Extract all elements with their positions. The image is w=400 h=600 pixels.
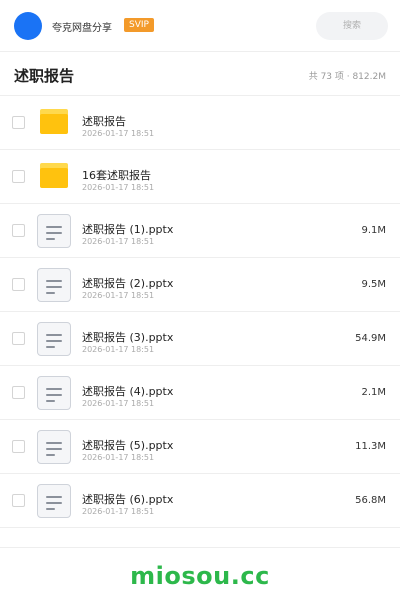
file-size: 2.1M <box>361 387 386 398</box>
folder-summary: 共 73 项 · 812.2M <box>308 72 386 82</box>
file-row[interactable]: 述职报告 (1).pptx 2026-01-17 18:51 9.1M <box>0 204 400 258</box>
document-icon <box>37 376 71 410</box>
watermark-logo: miosou.cc <box>130 562 270 590</box>
file-size: 11.3M <box>355 441 386 452</box>
file-date: 2026-01-17 18:51 <box>82 507 155 516</box>
file-size: 56.8M <box>355 495 386 506</box>
row-checkbox[interactable] <box>12 386 25 399</box>
file-name: 述职报告 (3).pptx <box>82 331 174 344</box>
file-date: 2026-01-17 18:51 <box>82 129 155 138</box>
file-row[interactable]: 述职报告 (6).pptx 2026-01-17 18:51 56.8M <box>0 474 400 528</box>
document-icon <box>37 268 71 302</box>
file-row[interactable]: 述职报告 (3).pptx 2026-01-17 18:51 54.9M <box>0 312 400 366</box>
footer-divider <box>0 547 400 548</box>
file-date: 2026-01-17 18:51 <box>82 345 155 354</box>
row-checkbox[interactable] <box>12 440 25 453</box>
document-icon <box>37 484 71 518</box>
row-checkbox[interactable] <box>12 494 25 507</box>
file-date: 2026-01-17 18:51 <box>82 399 155 408</box>
row-checkbox[interactable] <box>12 332 25 345</box>
file-row[interactable]: 16套述职报告 2026-01-17 18:51 <box>0 150 400 204</box>
file-row[interactable]: 述职报告 (2).pptx 2026-01-17 18:51 9.5M <box>0 258 400 312</box>
file-date: 2026-01-17 18:51 <box>82 291 155 300</box>
file-size: 9.5M <box>361 279 386 290</box>
file-name: 16套述职报告 <box>82 169 151 182</box>
avatar[interactable] <box>14 12 42 40</box>
file-size: 54.9M <box>355 333 386 344</box>
header: 夸克网盘分享 SVIP 搜索 <box>0 0 400 52</box>
file-name: 述职报告 (2).pptx <box>82 277 174 290</box>
folder-title: 述职报告 <box>14 67 75 85</box>
file-name: 述职报告 (1).pptx <box>82 223 174 236</box>
app-title: 夸克网盘分享 <box>52 23 112 34</box>
file-size: 9.1M <box>361 225 386 236</box>
document-icon <box>37 430 71 464</box>
file-name: 述职报告 (4).pptx <box>82 385 174 398</box>
row-checkbox[interactable] <box>12 224 25 237</box>
file-row[interactable]: 述职报告 2026-01-17 18:51 <box>0 96 400 150</box>
row-checkbox[interactable] <box>12 170 25 183</box>
file-list: 述职报告 2026-01-17 18:51 16套述职报告 2026-01-17… <box>0 96 400 528</box>
file-name: 述职报告 (5).pptx <box>82 439 174 452</box>
folder-icon <box>40 109 68 137</box>
file-row[interactable]: 述职报告 (4).pptx 2026-01-17 18:51 2.1M <box>0 366 400 420</box>
row-checkbox[interactable] <box>12 116 25 129</box>
file-date: 2026-01-17 18:51 <box>82 237 155 246</box>
document-icon <box>37 214 71 248</box>
file-date: 2026-01-17 18:51 <box>82 453 155 462</box>
file-date: 2026-01-17 18:51 <box>82 183 155 192</box>
file-row[interactable]: 述职报告 (5).pptx 2026-01-17 18:51 11.3M <box>0 420 400 474</box>
document-icon <box>37 322 71 356</box>
folder-icon <box>40 163 68 191</box>
file-name: 述职报告 <box>82 115 126 128</box>
row-checkbox[interactable] <box>12 278 25 291</box>
svip-badge: SVIP <box>124 18 154 32</box>
search-button[interactable]: 搜索 <box>316 12 388 40</box>
file-name: 述职报告 (6).pptx <box>82 493 174 506</box>
folder-bar: 述职报告 共 73 项 · 812.2M <box>0 52 400 96</box>
